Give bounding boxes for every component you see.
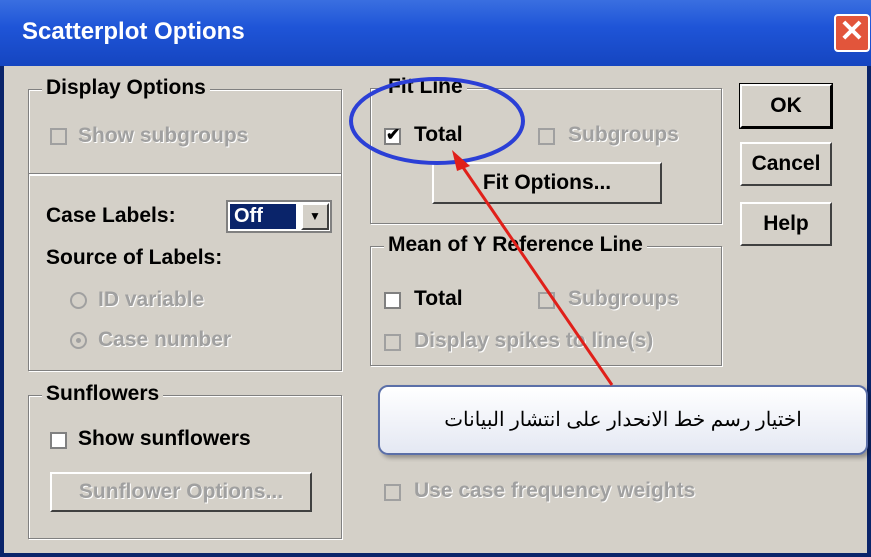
dialog-window: Scatterplot Options ✕ Display Options Sh… (0, 0, 871, 557)
annotation-overlay (349, 77, 614, 386)
annotation-arrow-line (458, 162, 614, 386)
highlight-ellipse (349, 77, 525, 165)
